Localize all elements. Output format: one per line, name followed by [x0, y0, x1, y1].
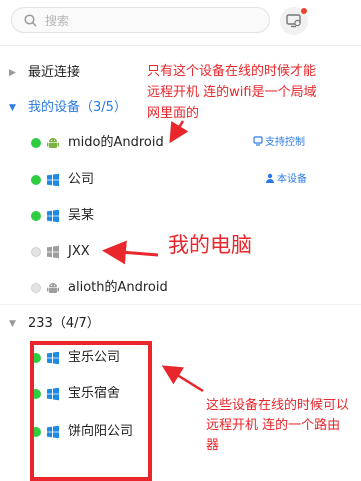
device-name: alioth的Android — [68, 280, 168, 295]
tag-label: 支持控制 — [265, 137, 305, 148]
search-icon — [24, 14, 37, 27]
search-input[interactable]: 搜索 — [11, 7, 270, 33]
notification-badge — [301, 8, 307, 14]
user-icon — [266, 173, 274, 183]
this-device-tag: 本设备 — [265, 168, 307, 192]
annotation-note-2: 我的电脑 — [168, 233, 252, 257]
annotation-note-3: 这些设备在线的时候可以 远程开机 连的一个路由 器 — [206, 396, 349, 456]
divider — [0, 304, 361, 305]
remote-control-icon — [253, 136, 263, 146]
device-name: JXX — [68, 244, 90, 259]
online-status-dot — [31, 175, 41, 185]
group-recent[interactable]: ▶ 最近连接 — [0, 62, 140, 84]
windows-icon — [47, 245, 59, 259]
device-name: 公司 — [68, 172, 95, 187]
online-status-dot — [31, 211, 41, 221]
annotation-note-1: 只有这个设备在线的时候才能 远程开机 连的wifi是一个局域 网里面的 — [147, 61, 317, 124]
device-name: mido的Android — [68, 135, 164, 150]
search-placeholder: 搜索 — [45, 14, 70, 28]
device-item-mido-android[interactable]: mido的Android 支持控制 — [0, 131, 305, 155]
windows-icon — [47, 209, 59, 223]
annotation-highlight-box — [30, 341, 152, 481]
device-item-company[interactable]: 公司 本设备 — [0, 168, 307, 192]
annotation-line: 只有这个设备在线的时候才能 — [147, 64, 317, 79]
online-status-dot — [31, 138, 41, 148]
annotation-line: 器 — [206, 438, 220, 453]
annotation-line: 远程开机 连的wifi是一个局域 — [147, 85, 317, 100]
group-label: 我的设备（3/5） — [28, 100, 127, 115]
divider — [0, 45, 361, 46]
annotation-line: 网里面的 — [147, 106, 200, 121]
caret-down-icon: ▼ — [9, 103, 16, 113]
offline-status-dot — [31, 247, 41, 257]
android-icon — [47, 138, 59, 148]
caret-down-icon: ▼ — [9, 319, 16, 329]
monitor-settings-icon — [286, 14, 301, 28]
group-233[interactable]: ▼ 233（4/7） — [0, 313, 140, 335]
group-label: 最近连接 — [28, 65, 81, 80]
device-name: 吴某 — [68, 208, 95, 223]
group-my-devices[interactable]: ▼ 我的设备（3/5） — [0, 97, 140, 119]
device-item-alioth-android[interactable]: alioth的Android — [0, 276, 290, 300]
group-label: 233（4/7） — [28, 316, 100, 331]
windows-icon — [47, 173, 59, 187]
annotation-line: 这些设备在线的时候可以 — [206, 398, 350, 413]
android-icon — [47, 283, 59, 293]
support-control-tag[interactable]: 支持控制 — [253, 131, 305, 155]
device-settings-button[interactable] — [280, 7, 308, 35]
device-item-wu[interactable]: 吴某 — [0, 204, 290, 228]
tag-label: 本设备 — [277, 174, 307, 185]
offline-status-dot — [31, 283, 41, 293]
annotation-line: 远程开机 连的一个路由 — [206, 418, 341, 433]
top-bar: 搜索 — [0, 0, 361, 42]
caret-right-icon: ▶ — [9, 68, 16, 78]
